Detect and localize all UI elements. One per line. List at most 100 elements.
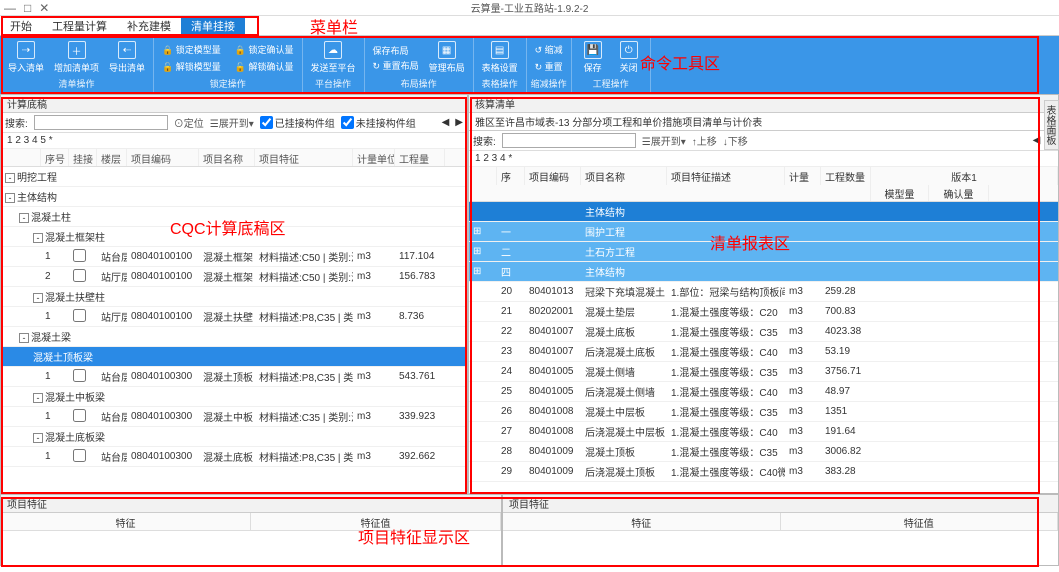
reset-layout-button[interactable]: ↻ 重置布局: [369, 58, 423, 73]
audit-bill-title: 核算清单: [469, 95, 1058, 113]
link-checkbox[interactable]: [73, 269, 86, 282]
minimize-icon[interactable]: —: [4, 1, 16, 15]
audit-bill-panel: 核算清单 雅区至许昌市域表-13 分部分项工程和单价措施项目清单与计价表 搜索:…: [468, 94, 1059, 494]
calc-draft-tree[interactable]: -明挖工程-主体结构-混凝土柱-混凝土框架柱 1 站台层 08040100100…: [1, 167, 467, 493]
unlock-confirm-button[interactable]: 🔓 解锁确认量: [231, 59, 298, 74]
reset-button[interactable]: ↻ 重置: [531, 59, 567, 74]
menu-bill-link[interactable]: 清单挂接: [181, 16, 245, 35]
expander-icon[interactable]: -: [19, 213, 29, 223]
tree-row[interactable]: -混凝土中板梁: [1, 387, 467, 407]
expander-icon[interactable]: -: [5, 193, 15, 203]
export-bill-button[interactable]: ⇠导出清单: [105, 38, 149, 77]
calc-draft-panel: 计算底稿 搜索: ⊙定位 ☰展开到▾ 已挂接构件组 未挂接构件组 ◀ ▶ 1 2…: [0, 94, 468, 494]
tree-row[interactable]: 1 站台层 08040100300 混凝土顶板 材料描述:P8,C35 | 类别…: [1, 367, 467, 387]
menu-model[interactable]: 补充建模: [117, 16, 181, 35]
arrow-left-icon[interactable]: ◀: [1033, 135, 1041, 146]
tree-row[interactable]: 1 站台层 08040100300 混凝土中板 材料描述:C35 | 类别:混凝…: [1, 407, 467, 427]
tree-row[interactable]: 混凝土顶板梁: [1, 347, 467, 367]
right-expand-button[interactable]: ☰展开到▾: [642, 133, 686, 148]
table-row[interactable]: 20 80401013 冠梁下充填混凝土 1.部位：冠梁与结构顶板间 m3 25…: [469, 282, 1058, 302]
link-checkbox[interactable]: [73, 249, 86, 262]
table-row[interactable]: 26 80401008 混凝土中层板 1.混凝土强度等级：C35 m3 1351: [469, 402, 1058, 422]
table-row[interactable]: 21 80202001 混凝土垫层 1.混凝土强度等级：C20 m3 700.8…: [469, 302, 1058, 322]
tree-row[interactable]: -混凝土框架柱: [1, 227, 467, 247]
tree-row[interactable]: -混凝土柱: [1, 207, 467, 227]
expander-icon[interactable]: -: [33, 293, 43, 303]
calc-draft-title: 计算底稿: [1, 95, 467, 113]
tree-row[interactable]: 2 站厅层 08040100100 混凝土框架 材料描述:C50 | 类别:混凝…: [1, 267, 467, 287]
link-checkbox[interactable]: [73, 369, 86, 382]
ribbon: ⇢导入清单 ＋增加清单项 ⇠导出清单 清单操作 🔒 锁定模型量 🔒 锁定确认量 …: [0, 36, 1059, 94]
ribbon-group-project: 💾保存 ⏻关闭 工程操作: [572, 38, 651, 92]
table-row[interactable]: 27 80401008 后浇混凝土中层板 1.混凝土强度等级：C40 m3 19…: [469, 422, 1058, 442]
tree-row[interactable]: -混凝土扶壁柱: [1, 287, 467, 307]
link-checkbox[interactable]: [73, 449, 86, 462]
ribbon-group-lock: 🔒 锁定模型量 🔒 锁定确认量 🔓 解锁模型量 🔓 解锁确认量 锁定操作: [154, 38, 302, 92]
feature-panel-right: 项目特征 特征 特征值: [502, 494, 1059, 566]
tree-row[interactable]: -混凝土底板梁: [1, 427, 467, 447]
expander-icon[interactable]: -: [33, 433, 43, 443]
tree-row[interactable]: 1 站台层 08040100300 混凝土底板 材料描述:P8,C35 | 类别…: [1, 447, 467, 467]
arrow-left-icon[interactable]: ◀: [442, 117, 450, 128]
unlinked-checkbox[interactable]: 未挂接构件组: [341, 115, 416, 130]
unlock-model-button[interactable]: 🔓 解锁模型量: [158, 59, 225, 74]
tree-row[interactable]: -混凝土梁: [1, 327, 467, 347]
right-search-input[interactable]: [502, 133, 636, 148]
lock-model-button[interactable]: 🔒 锁定模型量: [158, 42, 225, 57]
expand-to-button[interactable]: ☰展开到▾: [210, 115, 254, 130]
ribbon-group-reduce: ↺ 缩减 ↻ 重置 缩减操作: [527, 38, 572, 92]
close-button[interactable]: ⏻关闭: [612, 38, 646, 77]
table-row[interactable]: ⊞四主体结构: [469, 262, 1058, 282]
close-icon[interactable]: ✕: [39, 1, 49, 15]
ribbon-group-bill: ⇢导入清单 ＋增加清单项 ⇠导出清单 清单操作: [0, 38, 154, 92]
audit-bill-table[interactable]: 主体结构⊞一围护工程⊞二土石方工程⊞四主体结构 20 80401013 冠梁下充…: [469, 202, 1058, 493]
table-row[interactable]: 23 80401007 后浇混凝土底板 1.混凝土强度等级：C40 m3 53.…: [469, 342, 1058, 362]
expander-icon[interactable]: -: [33, 233, 43, 243]
tree-row[interactable]: -明挖工程: [1, 167, 467, 187]
table-row[interactable]: 29 80401009 后浇混凝土顶板 1.混凝土强度等级：C40微膨混凝 m3…: [469, 462, 1058, 482]
move-up-button[interactable]: ↑上移: [692, 133, 717, 148]
move-down-button[interactable]: ↓下移: [723, 133, 748, 148]
manage-layout-button[interactable]: ▦管理布局: [425, 38, 469, 77]
lock-confirm-button[interactable]: 🔒 锁定确认量: [231, 42, 298, 57]
tree-row[interactable]: 1 站台层 08040100100 混凝土框架 材料描述:C50 | 类别:混凝…: [1, 247, 467, 267]
add-bill-item-button[interactable]: ＋增加清单项: [50, 38, 103, 77]
menu-start[interactable]: 开始: [0, 16, 42, 35]
link-checkbox[interactable]: [73, 309, 86, 322]
audit-bill-subtitle: 雅区至许昌市域表-13 分部分项工程和单价措施项目清单与计价表: [469, 113, 1058, 131]
right-paginator[interactable]: 1 2 3 4 *: [469, 151, 1058, 167]
tree-row[interactable]: 1 站厅层 08040100100 混凝土扶壁 材料描述:P8,C35 | 类别…: [1, 307, 467, 327]
locate-button[interactable]: ⊙定位: [174, 115, 204, 130]
table-row[interactable]: ⊞二土石方工程: [469, 242, 1058, 262]
title-bar: 云算量-工业五路站-1.9.2-2 — □ ✕: [0, 0, 1059, 16]
menu-qty-calc[interactable]: 工程量计算: [42, 16, 117, 35]
send-platform-button[interactable]: ☁发送至平台: [307, 38, 360, 77]
table-settings-button[interactable]: ▤表格设置: [478, 38, 522, 77]
tree-row[interactable]: -主体结构: [1, 187, 467, 207]
linked-checkbox[interactable]: 已挂接构件组: [260, 115, 335, 130]
save-button[interactable]: 💾保存: [576, 38, 610, 77]
ribbon-group-platform: ☁发送至平台 平台操作: [303, 38, 365, 92]
expander-icon[interactable]: -: [19, 333, 29, 343]
app-title: 云算量-工业五路站-1.9.2-2: [471, 0, 589, 15]
save-layout-button[interactable]: 保存布局: [369, 43, 423, 58]
link-checkbox[interactable]: [73, 409, 86, 422]
expander-icon[interactable]: -: [33, 393, 43, 403]
reduce-button[interactable]: ↺ 缩减: [531, 42, 567, 57]
expander-icon[interactable]: -: [5, 173, 15, 183]
side-tab[interactable]: 表格面板: [1044, 100, 1059, 150]
maximize-icon[interactable]: □: [24, 1, 31, 15]
table-row[interactable]: 25 80401005 后浇混凝土侧墙 1.混凝土强度等级：C40 m3 48.…: [469, 382, 1058, 402]
table-row[interactable]: 主体结构: [469, 202, 1058, 222]
feature-panel-left: 项目特征 特征 特征值: [0, 494, 502, 566]
arrow-right-icon[interactable]: ▶: [455, 117, 463, 128]
table-row[interactable]: 22 80401007 混凝土底板 1.混凝土强度等级：C35 m3 4023.…: [469, 322, 1058, 342]
import-bill-button[interactable]: ⇢导入清单: [4, 38, 48, 77]
menu-bar: 开始 工程量计算 补充建模 清单挂接: [0, 16, 1059, 36]
table-row[interactable]: 24 80401005 混凝土侧墙 1.混凝土强度等级：C35 m3 3756.…: [469, 362, 1058, 382]
table-row[interactable]: ⊞一围护工程: [469, 222, 1058, 242]
left-search-input[interactable]: [34, 115, 168, 130]
table-row[interactable]: 28 80401009 混凝土顶板 1.混凝土强度等级：C35 m3 3006.…: [469, 442, 1058, 462]
ribbon-group-table: ▤表格设置 表格操作: [474, 38, 527, 92]
left-paginator[interactable]: 1 2 3 4 5 *: [1, 133, 467, 149]
